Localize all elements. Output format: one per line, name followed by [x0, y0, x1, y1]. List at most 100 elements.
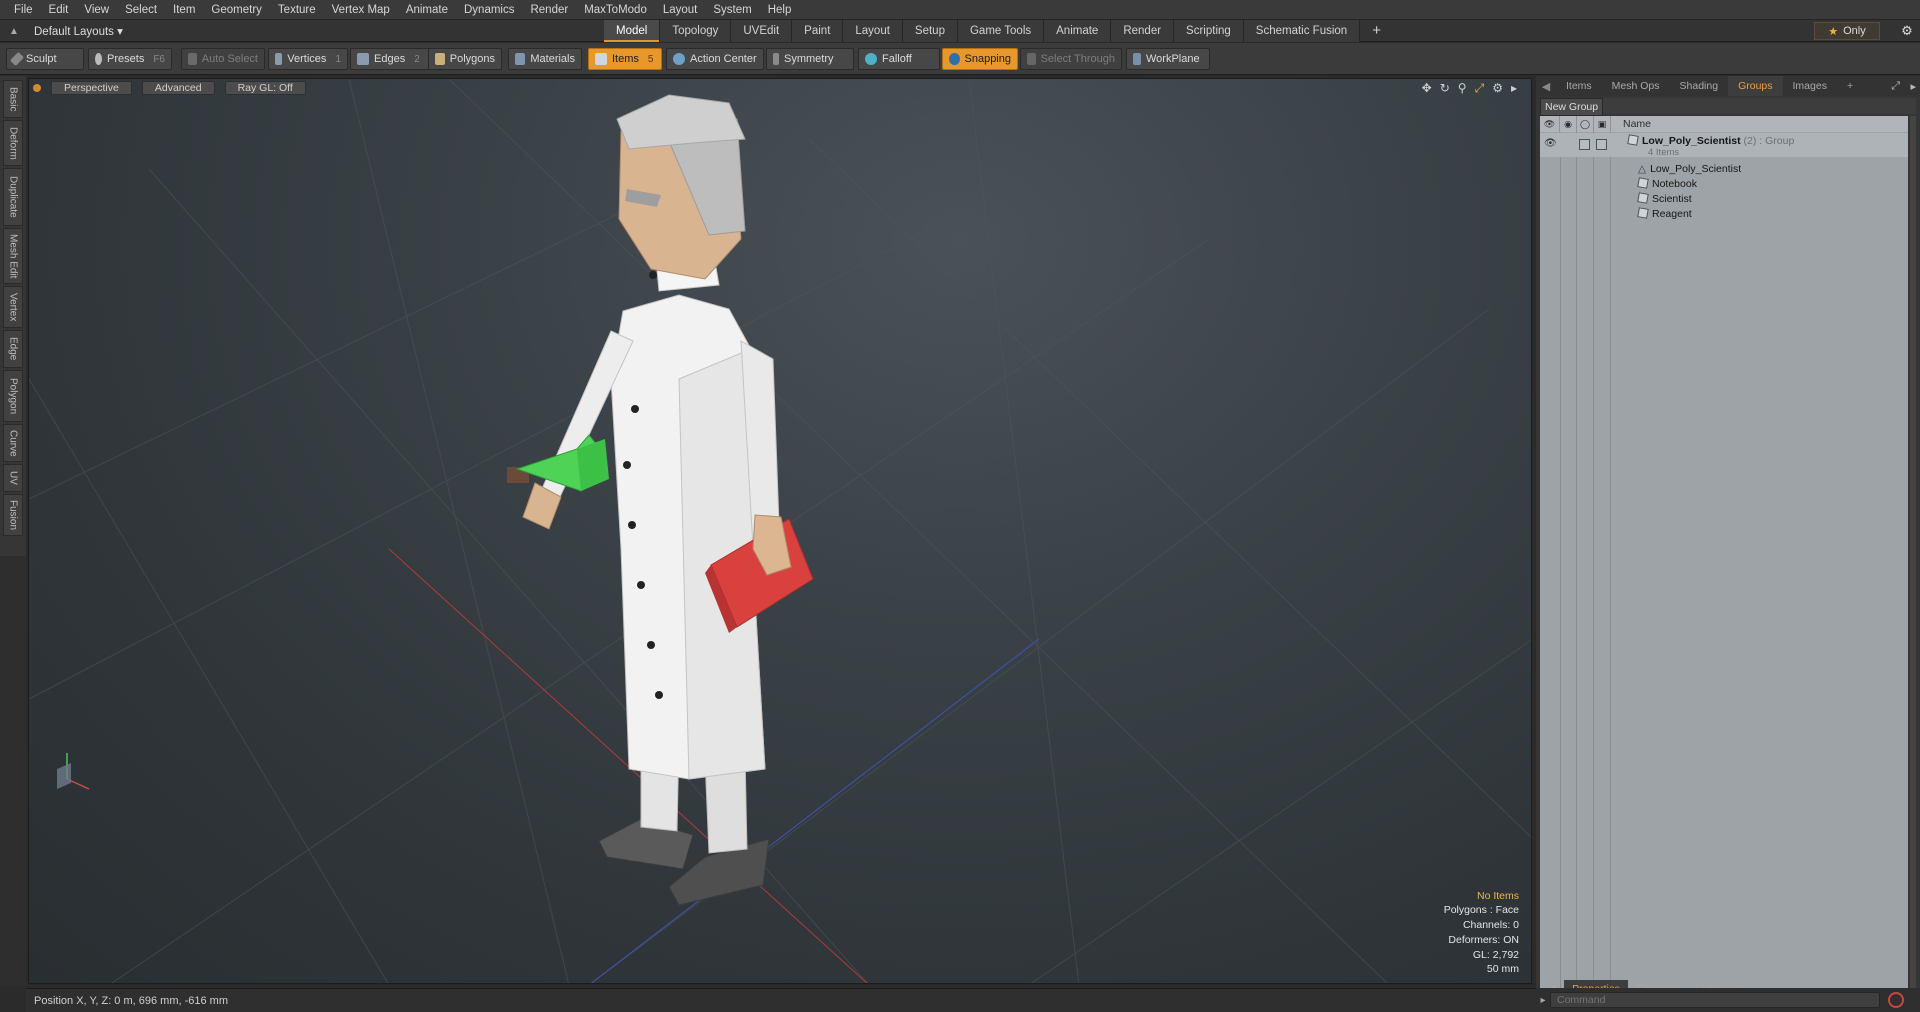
maximize-icon[interactable]: ⤢ — [1475, 81, 1485, 96]
vtab-fusion[interactable]: Fusion — [3, 494, 23, 536]
zoom-icon[interactable]: ⚲ — [1458, 81, 1467, 96]
vtab-mesh-edit[interactable]: Mesh Edit — [3, 228, 23, 284]
panel-expand-icon[interactable]: ⤢ — [1891, 80, 1900, 93]
group-row[interactable]: 👁 Low_Poly_Scientist (2) : Group 4 Items — [1540, 133, 1908, 158]
sculpt-label: Sculpt — [26, 53, 57, 65]
materials-button[interactable]: Materials — [508, 48, 582, 70]
gear-icon[interactable]: ⚙ — [1894, 23, 1920, 39]
select-column-icon[interactable]: ▣ — [1594, 116, 1611, 132]
tab-model[interactable]: Model — [604, 20, 661, 42]
add-panel-tab-icon[interactable]: + — [1837, 76, 1863, 96]
materials-icon — [515, 53, 526, 65]
vtab-polygon[interactable]: Polygon — [3, 370, 23, 422]
menu-edit[interactable]: Edit — [41, 0, 77, 20]
menu-animate[interactable]: Animate — [398, 0, 456, 20]
menu-select[interactable]: Select — [117, 0, 165, 20]
mesh-locator-icon: △ — [1638, 163, 1647, 175]
falloff-button[interactable]: Falloff — [858, 48, 940, 70]
shading-mode-button[interactable]: Advanced — [141, 81, 215, 95]
tab-paint[interactable]: Paint — [792, 20, 844, 42]
render-column-icon[interactable]: ◉ — [1560, 116, 1577, 132]
position-readout: Position X, Y, Z: 0 m, 696 mm, -616 mm — [34, 994, 228, 1007]
menu-maxtomodo[interactable]: MaxToModo — [576, 0, 655, 20]
viewport-arrow-icon[interactable]: ▸ — [1511, 81, 1517, 96]
command-history-icon[interactable] — [1888, 992, 1904, 1008]
polygons-button[interactable]: Polygons — [428, 48, 502, 70]
3d-viewport[interactable]: Perspective Advanced Ray GL: Off ✥ ↻ ⚲ ⤢… — [28, 78, 1532, 984]
panel-collapse-icon[interactable]: ◀ — [1536, 80, 1556, 93]
menu-view[interactable]: View — [76, 0, 117, 20]
presets-button[interactable]: Presets F6 — [88, 48, 172, 70]
action-center-button[interactable]: Action Center — [666, 48, 764, 70]
add-tab-icon[interactable]: + — [1360, 20, 1393, 42]
view-mode-button[interactable]: Perspective — [51, 81, 132, 95]
menu-dynamics[interactable]: Dynamics — [456, 0, 522, 20]
tab-mesh-ops[interactable]: Mesh Ops — [1602, 76, 1670, 96]
group-select-checkbox[interactable] — [1596, 139, 1607, 150]
vertices-button[interactable]: Vertices 1 — [268, 48, 348, 70]
vtab-uv[interactable]: UV — [3, 464, 23, 492]
vtab-curve[interactable]: Curve — [3, 424, 23, 462]
menu-texture[interactable]: Texture — [270, 0, 324, 20]
tab-setup[interactable]: Setup — [902, 20, 958, 42]
snapping-label: Snapping — [964, 53, 1012, 65]
collapse-icon[interactable]: ▲ — [0, 26, 28, 37]
pan-icon[interactable]: ✥ — [1422, 81, 1432, 96]
vtab-duplicate[interactable]: Duplicate — [3, 168, 23, 226]
tab-shading[interactable]: Shading — [1670, 76, 1729, 96]
lock-column-icon[interactable]: ◯ — [1577, 116, 1594, 132]
menu-item[interactable]: Item — [165, 0, 203, 20]
edges-button[interactable]: Edges 2 — [350, 48, 430, 70]
tab-images[interactable]: Images — [1783, 76, 1837, 96]
sculpt-button[interactable]: Sculpt — [6, 48, 84, 70]
presets-label: Presets — [107, 53, 145, 65]
tab-uvedit[interactable]: UVEdit — [731, 20, 793, 42]
tab-render[interactable]: Render — [1111, 20, 1175, 42]
new-group-button[interactable]: New Group — [1540, 98, 1604, 116]
tab-groups[interactable]: Groups — [1728, 76, 1783, 96]
group-lock-checkbox[interactable] — [1579, 139, 1590, 150]
select-through-button[interactable]: Select Through — [1020, 48, 1122, 70]
falloff-icon — [865, 53, 877, 65]
menu-render[interactable]: Render — [522, 0, 576, 20]
workplane-button[interactable]: WorkPlane — [1126, 48, 1210, 70]
vtab-vertex[interactable]: Vertex — [3, 286, 23, 328]
command-input[interactable] — [1550, 992, 1880, 1008]
rotate-icon[interactable]: ↻ — [1440, 81, 1450, 96]
tab-items[interactable]: Items — [1556, 76, 1602, 96]
only-button[interactable]: ★ Only — [1814, 22, 1880, 40]
visibility-column-eye-icon[interactable]: 👁 — [1540, 116, 1560, 132]
viewport-menu-dot-icon[interactable] — [33, 84, 41, 92]
snapping-icon — [949, 53, 960, 65]
groups-scrollbar[interactable] — [1910, 116, 1916, 998]
menu-layout[interactable]: Layout — [655, 0, 706, 20]
group-child-row[interactable]: Reagent — [1540, 205, 1908, 223]
tab-topology[interactable]: Topology — [660, 20, 732, 42]
tab-schematic-fusion[interactable]: Schematic Fusion — [1243, 20, 1361, 42]
items-button[interactable]: Items 5 — [588, 48, 662, 70]
tab-animate[interactable]: Animate — [1044, 20, 1112, 42]
snapping-button[interactable]: Snapping — [942, 48, 1018, 70]
panel-more-icon[interactable]: ▸ — [1910, 80, 1916, 93]
menu-help[interactable]: Help — [760, 0, 800, 20]
menu-geometry[interactable]: Geometry — [203, 0, 270, 20]
menu-vertex-map[interactable]: Vertex Map — [324, 0, 398, 20]
name-column-header[interactable]: Name — [1611, 118, 1651, 130]
vtab-edge[interactable]: Edge — [3, 330, 23, 368]
raygl-button[interactable]: Ray GL: Off — [224, 81, 306, 95]
symmetry-button[interactable]: Symmetry — [766, 48, 854, 70]
tab-layout[interactable]: Layout — [843, 20, 903, 42]
scientist-model[interactable] — [507, 94, 814, 906]
vtab-deform[interactable]: Deform — [3, 120, 23, 166]
tab-scripting[interactable]: Scripting — [1174, 20, 1244, 42]
menu-system[interactable]: System — [705, 0, 759, 20]
vtab-basic[interactable]: Basic — [3, 80, 23, 118]
tab-game-tools[interactable]: Game Tools — [957, 20, 1045, 42]
group-visibility-eye-icon[interactable]: 👁 — [1544, 138, 1557, 149]
viewport-gear-icon[interactable]: ⚙ — [1492, 81, 1503, 96]
menu-file[interactable]: File — [6, 0, 41, 20]
layout-dropdown[interactable]: Default Layouts ▾ — [28, 24, 129, 38]
auto-select-button[interactable]: Auto Select — [181, 48, 265, 70]
groups-toolbar: New Group — [1540, 98, 1916, 116]
command-arrow-icon: ▸ — [1540, 994, 1546, 1006]
